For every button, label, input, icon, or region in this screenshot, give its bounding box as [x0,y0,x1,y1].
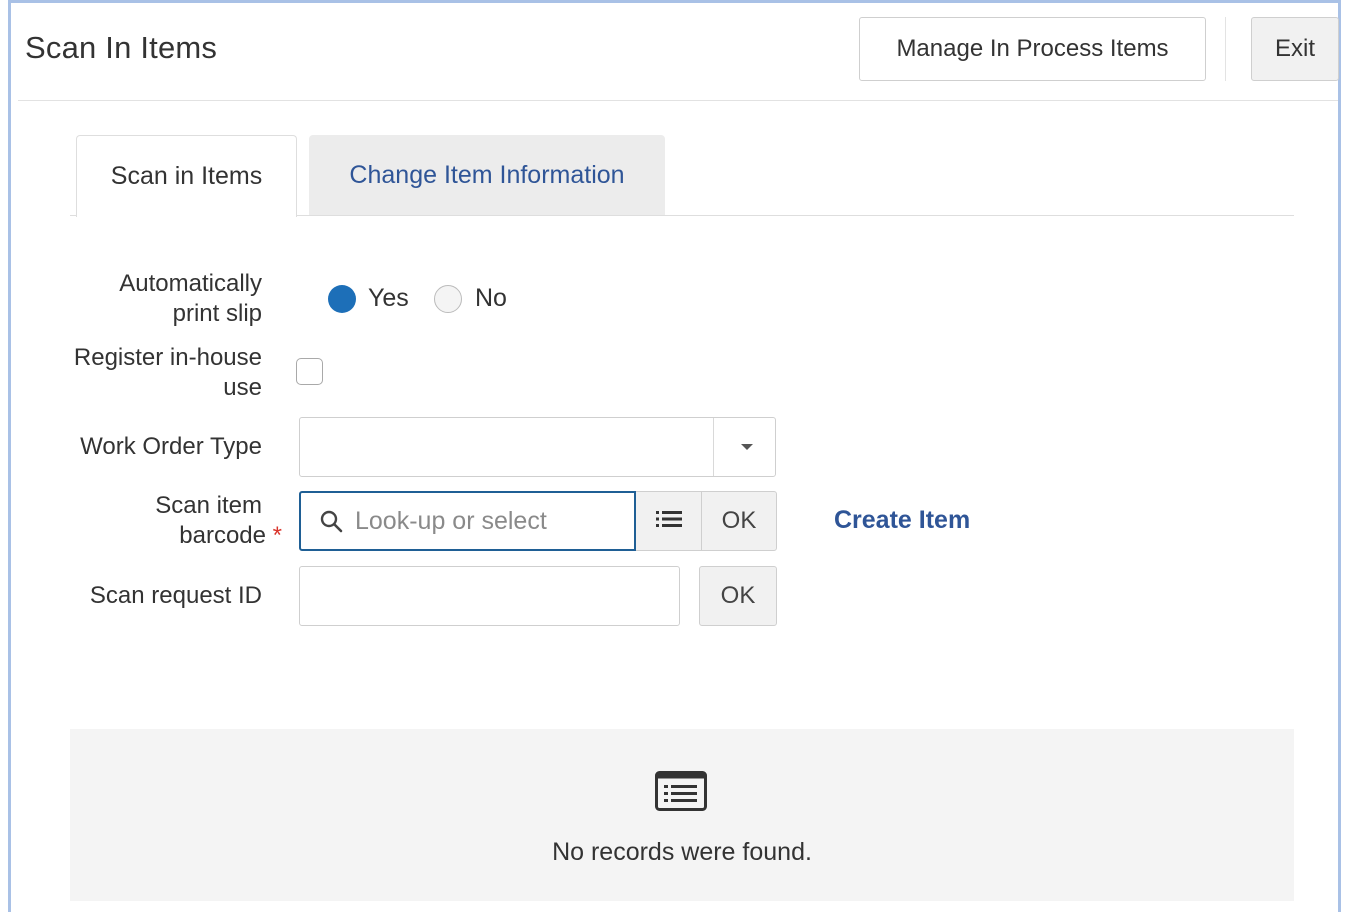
header-separator [18,100,1338,101]
barcode-list-button[interactable] [636,491,702,551]
work-order-type-label: Work Order Type [80,433,262,460]
page-title: Scan In Items [25,30,218,65]
records-list-icon [655,771,707,816]
auto-print-label: Automatically print slip [119,270,262,327]
auto-print-yes-radio[interactable] [328,285,356,313]
work-order-type-select[interactable] [299,417,776,477]
auto-print-no-radio[interactable] [434,285,462,313]
auto-print-yes-label[interactable]: Yes [368,284,409,313]
results-panel: No records were found. [70,729,1294,901]
scan-barcode-field[interactable] [299,491,636,551]
scan-request-input[interactable] [300,567,679,625]
empty-message: No records were found. [552,838,812,866]
chevron-down-icon[interactable] [741,444,753,450]
tab-change-item-information[interactable]: Change Item Information [309,135,665,216]
auto-print-no-label[interactable]: No [475,284,507,313]
scan-barcode-input[interactable] [353,505,617,537]
register-inhouse-checkbox[interactable] [296,358,323,385]
list-icon [655,509,682,534]
register-inhouse-label: Register in-house use [73,344,262,401]
scan-request-ok-button[interactable]: OK [699,566,777,626]
create-item-link[interactable]: Create Item [834,506,970,535]
tab-scan-in-items[interactable]: Scan in Items [76,135,297,217]
select-divider [713,418,714,476]
search-icon [319,509,343,533]
header-divider [1225,17,1226,81]
required-marker: * [272,522,282,549]
scan-request-field[interactable] [299,566,680,626]
scan-barcode-label: Scan item barcode * [155,492,282,549]
manage-in-process-items-button[interactable]: Manage In Process Items [859,17,1206,81]
scan-request-label: Scan request ID [89,582,262,609]
scan-barcode-ok-button[interactable]: OK [701,491,777,551]
exit-button[interactable]: Exit [1251,17,1339,81]
